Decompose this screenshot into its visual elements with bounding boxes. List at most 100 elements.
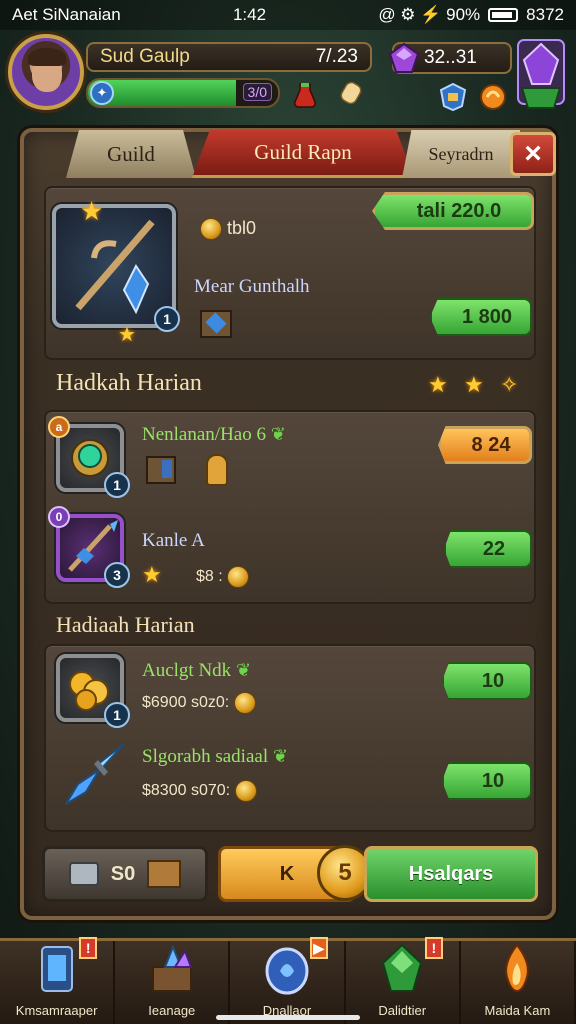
status-carrier: Aet SiNanaian <box>12 5 121 24</box>
tab-guild[interactable]: Guild <box>66 130 196 178</box>
tab-guild-rank[interactable]: Guild Rapn <box>192 130 414 178</box>
blue-shield-icon[interactable] <box>438 82 468 112</box>
coin-icon <box>227 566 250 588</box>
coin-icon <box>200 218 222 241</box>
green-gem-icon <box>382 943 423 992</box>
crates-icon <box>147 860 182 888</box>
leaf-icon: ❦ <box>235 660 252 680</box>
orange-orb-icon[interactable] <box>478 82 508 112</box>
bottom-nav: ! Kmsamraaper Ieanage ▶ Dnallaor ! Dalid… <box>0 937 576 1024</box>
row3-item-frame: 1 <box>56 654 130 728</box>
nav-item-3[interactable]: ! Dalidtier <box>346 937 461 1024</box>
star-icon: ★ <box>428 372 448 397</box>
section-title-2: Hadiaah Harian <box>56 612 195 637</box>
close-icon: × <box>524 137 542 170</box>
row3-name: Auclgt Ndk <box>142 660 232 681</box>
row4-name: Slgorabh sadiaal <box>142 746 269 767</box>
star-icon: ★ <box>464 372 484 397</box>
nav-item-1[interactable]: Ieanage <box>115 941 231 1024</box>
row3-badge: 1 <box>104 702 130 728</box>
portal-icon <box>265 947 309 995</box>
featured-price-top[interactable]: tali 220.0 <box>372 192 534 230</box>
player-namebar: Sud Gaulp 7/.23 <box>86 42 372 72</box>
status-bar: Aet SiNanaian 1:42 @ ⚙ ⚡ 90% 8372 <box>0 0 576 30</box>
daily-list-1: a 1 Nenlanan/Hao 6 ❦ 8 24 0 3 Kanle A ★ … <box>44 410 536 604</box>
nav-label-0: Kmsamraaper <box>15 1003 98 1018</box>
guild-panel: Guild Guild Rapn Seyradrn × 1 ★ ★ tbl0 M… <box>20 128 556 920</box>
featured-price-bottom[interactable]: 1 800 <box>430 298 532 336</box>
player-avatar[interactable] <box>8 34 84 110</box>
row2-name: Kanle A <box>142 530 205 551</box>
row1-badge: 1 <box>104 472 130 498</box>
row2-badge-top: 0 <box>48 506 70 528</box>
row1-item-frame: a 1 <box>48 416 130 498</box>
nav-alert-0: ! <box>79 937 98 959</box>
leaf-icon: ❦ <box>270 424 286 444</box>
nav-label-4: Maida Kam <box>484 1003 551 1018</box>
crystal-shop-icon[interactable] <box>514 36 568 112</box>
xp-bar: ✦ 3/0 <box>86 78 280 108</box>
sword-icon <box>75 219 155 315</box>
player-name: Sud Gaulp <box>100 46 190 67</box>
purple-gem-icon <box>388 42 420 73</box>
home-indicator[interactable] <box>216 1015 360 1020</box>
gold-button[interactable]: K 5 <box>218 845 373 902</box>
top-hud: Sud Gaulp 7/.23 ✦ 3/0 32..31 <box>0 30 576 120</box>
row2-cost: $8 : <box>196 568 223 586</box>
row1-name: Nenlanan/Hao 6 <box>142 424 266 445</box>
armor-icon <box>68 862 99 886</box>
daily-list-2: 1 Auclgt Ndk ❦ $6900 s0z0: 10 Slgorabh s… <box>44 644 536 832</box>
shield-icon: ✦ <box>90 81 114 105</box>
status-icons: @ ⚙ ⚡ 90% <box>378 5 481 24</box>
scroll-icon[interactable] <box>336 78 366 108</box>
sparkle-icon: ✧ <box>500 372 519 397</box>
coin-icon <box>233 692 256 714</box>
player-score: 7/.23 <box>315 46 358 67</box>
row1-price[interactable]: 8 24 <box>438 426 532 464</box>
nav-item-4[interactable]: Maida Kam <box>461 941 576 1024</box>
nav-item-0[interactable]: ! Kmsamraaper <box>0 937 116 1024</box>
nav-alert-3: ! <box>424 937 443 959</box>
coin-icon <box>234 780 257 802</box>
close-button[interactable]: × <box>510 132 556 176</box>
player-level: 3/0 <box>242 83 272 101</box>
nav-label-1: Ieanage <box>148 1003 196 1018</box>
lantern-icon <box>40 946 73 992</box>
crystal-chest-icon <box>151 944 193 992</box>
row2-item-frame: 0 3 <box>48 506 130 588</box>
golden-bottle-icon <box>206 454 228 486</box>
row3-cost: $6900 s0z0: <box>142 694 230 712</box>
row1-badge-top: a <box>48 416 70 438</box>
box-icon <box>200 310 232 338</box>
battery-icon <box>488 8 519 22</box>
inventory-button[interactable]: S0 <box>42 846 208 902</box>
gem-counter[interactable]: 32..31 <box>388 42 512 74</box>
gem-count: 32..31 <box>424 47 477 68</box>
tab-third[interactable]: Seyradrn <box>402 130 520 178</box>
potion-icon[interactable] <box>290 80 320 110</box>
leaf-icon: ❦ <box>272 746 288 766</box>
star-icon: ★ <box>118 324 136 346</box>
status-extra: 8372 <box>526 5 564 24</box>
crate-icon <box>146 456 176 484</box>
nav-alert-2: ▶ <box>309 937 328 959</box>
confirm-button[interactable]: Hsalqars <box>364 846 538 902</box>
crystal-dagger-icon <box>65 743 125 805</box>
featured-coin-value: tbl0 <box>227 218 257 238</box>
status-time: 1:42 <box>232 5 267 24</box>
row2-price[interactable]: 22 <box>444 530 532 568</box>
nav-item-2[interactable]: ▶ Dnallaor <box>230 937 346 1024</box>
star-icon: ★ <box>80 196 104 226</box>
featured-card[interactable]: 1 ★ ★ tbl0 Mear Gunthalh tali 220.0 1 80… <box>44 186 536 360</box>
row4-cost: $8300 s070: <box>142 782 231 800</box>
row4-price[interactable]: 10 <box>442 762 532 800</box>
featured-item-name: Mear Gunthalh <box>194 276 310 297</box>
featured-badge: 1 <box>154 306 180 332</box>
nav-label-3: Dalidtier <box>378 1003 427 1018</box>
row2-badge: 3 <box>104 562 130 588</box>
featured-item-frame: 1 <box>52 204 180 332</box>
star-icon: ★ <box>142 562 162 587</box>
section-title-1: Hadkah Harian <box>56 370 202 396</box>
row3-price[interactable]: 10 <box>442 662 532 700</box>
flame-icon <box>505 943 530 993</box>
